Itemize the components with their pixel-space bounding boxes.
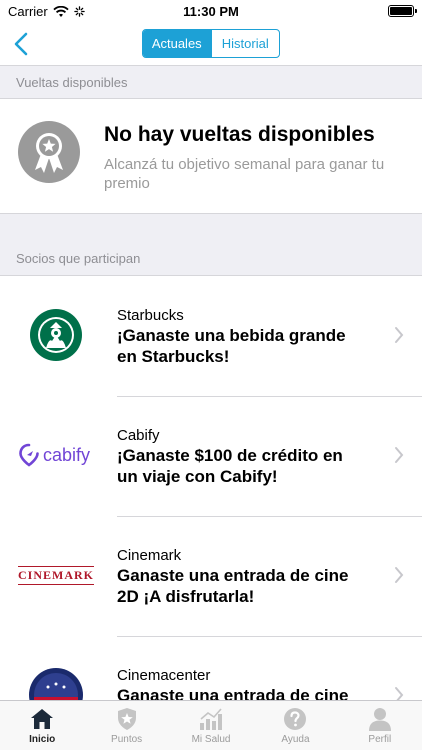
section-header-available: Vueltas disponibles	[16, 74, 128, 90]
partner-list: Starbucks ¡Ganaste una bebida grande en …	[0, 275, 422, 750]
person-icon	[367, 706, 393, 732]
cabify-mark-icon	[19, 443, 39, 467]
tab-puntos[interactable]: Puntos	[84, 701, 168, 750]
partner-prize: ¡Ganaste $100 de crédito en un viaje con…	[117, 446, 343, 486]
tab-label: Perfil	[368, 734, 392, 745]
empty-state-card: No hay vueltas disponibles Alcanzá tu ob…	[0, 98, 422, 214]
cinemark-wordmark: CINEMARK	[18, 565, 94, 585]
partner-prize: Ganaste una entrada de cine 2D ¡A disfru…	[117, 566, 349, 606]
chevron-right-icon	[395, 447, 404, 463]
home-icon	[29, 706, 55, 732]
back-chevron-icon[interactable]	[10, 30, 34, 58]
cabify-logo: cabify	[19, 420, 99, 490]
tab-ayuda[interactable]: Ayuda	[253, 701, 337, 750]
tab-label: Puntos	[111, 734, 143, 745]
tab-mi-salud[interactable]: Mi Salud	[169, 701, 253, 750]
cinemark-logo: CINEMARK	[16, 540, 96, 610]
tab-perfil[interactable]: Perfil	[338, 701, 422, 750]
partner-name: Cinemark	[117, 547, 182, 564]
empty-state-subtitle: Alcanzá tu objetivo semanal para ganar t…	[104, 156, 385, 192]
chevron-right-icon	[395, 327, 404, 343]
empty-state-title: No hay vueltas disponibles	[104, 123, 375, 146]
partner-name: Cinemacenter	[117, 667, 211, 684]
starbucks-logo	[16, 300, 96, 370]
tab-inicio[interactable]: Inicio	[0, 701, 84, 750]
partner-name: Starbucks	[117, 307, 184, 324]
chevron-right-icon	[395, 567, 404, 583]
partner-row-cabify[interactable]: cabify Cabify ¡Ganaste $100 de crédito e…	[0, 396, 422, 516]
partner-name: Cabify	[117, 427, 160, 444]
partner-prize: ¡Ganaste una bebida grande en Starbucks!	[117, 326, 346, 366]
segment-actuales[interactable]: Actuales	[143, 30, 211, 57]
status-bar: Carrier 11:30 PM	[0, 0, 422, 22]
nav-bar: Actuales Historial	[0, 22, 422, 66]
chart-icon	[198, 706, 224, 732]
tab-label: Inicio	[29, 734, 56, 745]
award-badge-icon	[18, 121, 80, 183]
tab-label: Ayuda	[281, 734, 310, 745]
cabify-wordmark: cabify	[43, 444, 91, 465]
tab-label: Mi Salud	[191, 734, 231, 745]
segmented-control: Actuales Historial	[142, 29, 280, 58]
battery-icon	[388, 5, 417, 17]
section-header-partners: Socios que participan	[16, 250, 141, 266]
question-icon	[282, 706, 308, 732]
segment-historial[interactable]: Historial	[210, 30, 280, 57]
tab-bar: Inicio Puntos Mi Salud Ayuda Perfil	[0, 700, 422, 750]
partner-row-starbucks[interactable]: Starbucks ¡Ganaste una bebida grande en …	[0, 276, 422, 396]
partner-row-cinemark[interactable]: CINEMARK Cinemark Ganaste una entrada de…	[0, 516, 422, 636]
shield-star-icon	[114, 706, 140, 732]
status-time: 11:30 PM	[183, 4, 239, 19]
